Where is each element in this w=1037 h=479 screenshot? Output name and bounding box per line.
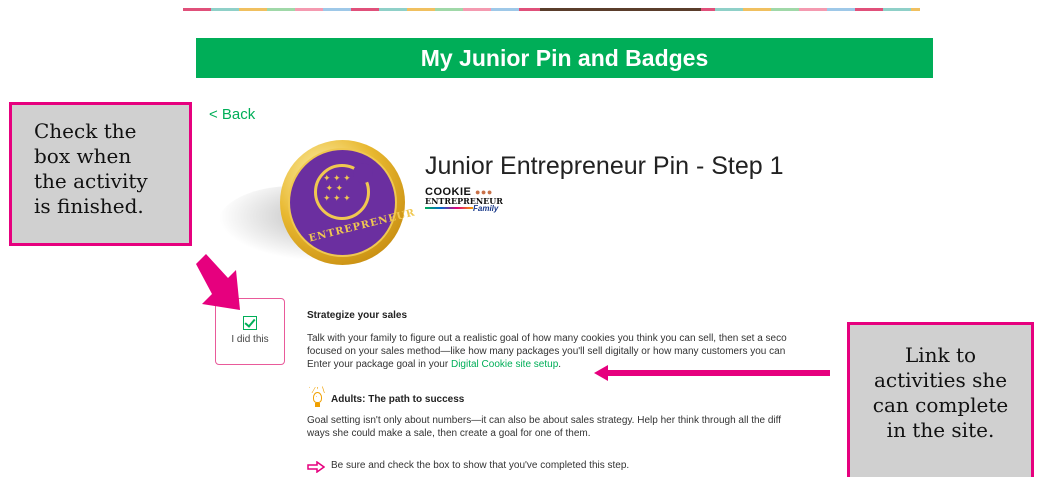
digital-cookie-site-setup-link[interactable]: Digital Cookie site setup xyxy=(451,359,558,370)
callout-link-activities: Link to activities she can complete in t… xyxy=(847,322,1034,477)
pink-arrow-icon xyxy=(307,460,325,473)
checkbox-label: I did this xyxy=(231,334,269,345)
reminder-text: Be sure and check the box to show that y… xyxy=(331,460,630,471)
adults-body-line-2: ways she could make a sale, then create … xyxy=(307,428,591,439)
banner-title: My Junior Pin and Badges xyxy=(420,44,709,71)
activity-body-line-2: focused on your sales method—like how ma… xyxy=(307,346,786,357)
activity-body-line-1: Talk with your family to figure out a re… xyxy=(307,333,787,344)
top-decorative-stripe xyxy=(183,8,920,11)
callout-right-line-1: Link to xyxy=(904,343,977,367)
adults-heading: Adults: The path to success xyxy=(331,393,465,405)
callout-right-line-4: in the site. xyxy=(886,418,995,442)
activity-section: Strategize your sales Talk with your fam… xyxy=(307,309,867,371)
reminder-row: Be sure and check the box to show that y… xyxy=(307,460,630,473)
back-link[interactable]: < Back xyxy=(209,106,255,123)
adults-body-line-1: Goal setting isn't only about numbers—it… xyxy=(307,415,782,426)
page-title: Junior Entrepreneur Pin - Step 1 xyxy=(425,152,784,180)
page-banner: My Junior Pin and Badges xyxy=(196,38,933,78)
callout-left-line-4: is finished. xyxy=(34,194,144,218)
callout-left-line-3: the activity xyxy=(34,169,148,193)
callout-arrow-to-checkbox-icon xyxy=(196,254,240,310)
activity-heading: Strategize your sales xyxy=(307,310,408,321)
callout-check-box: Check the box when the activity is finis… xyxy=(9,102,192,246)
adults-heading-row: ˙ ⁄ ′ ∖ ˙ Adults: The path to success xyxy=(307,386,465,409)
cookie-icon: ✦ ✦ ✦ ✦ ✦ ✦ ✦ ✦ xyxy=(314,163,373,220)
adults-body: Goal setting isn't only about numbers—it… xyxy=(307,414,847,440)
cookie-entrepreneur-family-logo: COOKIE ●●● ENTREPRENEUR Family xyxy=(425,186,503,213)
callout-arrow-to-link-icon xyxy=(594,365,830,381)
entrepreneur-pin-icon: ✦ ✦ ✦ ✦ ✦ ✦ ✦ ✦ ENTREPRENEUR xyxy=(280,140,417,265)
callout-right-line-3: can complete xyxy=(872,393,1009,417)
callout-right-line-2: activities she xyxy=(873,368,1008,392)
checkbox-checked-icon[interactable] xyxy=(243,316,257,330)
callout-left-line-2: box when xyxy=(34,144,132,168)
callout-left-line-1: Check the xyxy=(34,119,137,143)
lightbulb-icon: ˙ ⁄ ′ ∖ ˙ xyxy=(307,386,327,409)
